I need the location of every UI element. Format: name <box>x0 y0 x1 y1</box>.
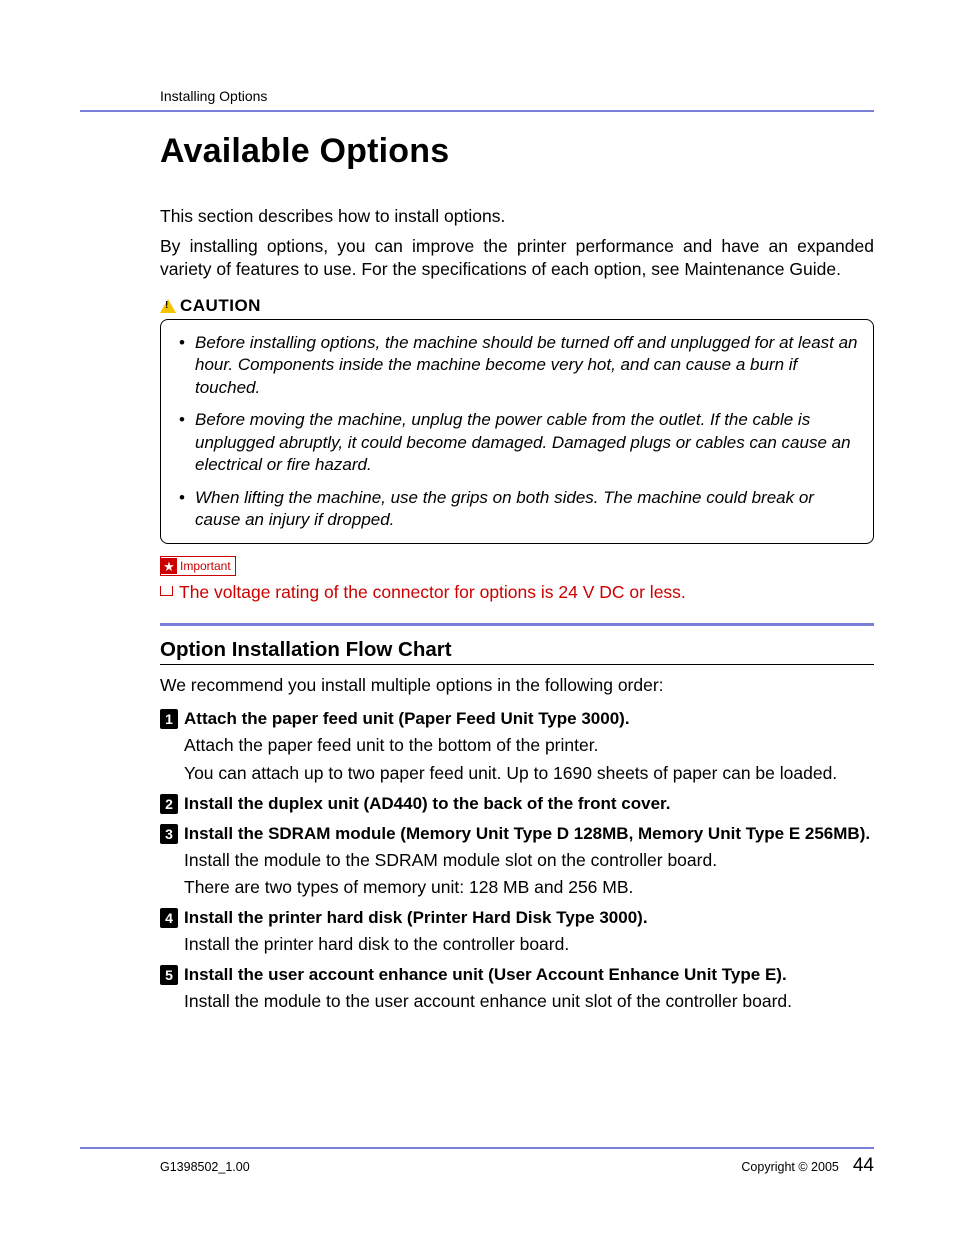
step-number-icon: 2 <box>160 794 178 814</box>
step-title: Install the user account enhance unit (U… <box>184 964 874 986</box>
important-badge: ★ Important <box>160 556 236 576</box>
subsection-heading: Option Installation Flow Chart <box>160 638 874 662</box>
step-title: Install the SDRAM module (Memory Unit Ty… <box>184 823 874 845</box>
page-footer: G1398502_1.00 Copyright © 2005 44 <box>80 1147 874 1177</box>
important-note-text: The voltage rating of the connector for … <box>179 582 686 602</box>
footer-page-number: 44 <box>853 1155 874 1177</box>
caution-heading: CAUTION <box>160 296 874 316</box>
open-box-bullet-icon <box>160 586 173 596</box>
intro-paragraph-1: This section describes how to install op… <box>160 205 874 229</box>
section-divider <box>160 623 874 626</box>
page-title: Available Options <box>160 132 874 171</box>
intro-paragraph-2: By installing options, you can improve t… <box>160 235 874 282</box>
document-page: Installing Options Available Options Thi… <box>0 0 954 1235</box>
caution-triangle-icon <box>160 299 176 313</box>
caution-item: When lifting the machine, use the grips … <box>175 487 859 532</box>
caution-label-text: CAUTION <box>180 296 261 316</box>
step-2: 2 Install the duplex unit (AD440) to the… <box>160 793 874 815</box>
step-3: 3 Install the SDRAM module (Memory Unit … <box>160 823 874 899</box>
step-4: 4 Install the printer hard disk (Printer… <box>160 907 874 956</box>
subsection-intro: We recommend you install multiple option… <box>160 675 874 696</box>
step-title: Install the duplex unit (AD440) to the b… <box>184 793 874 815</box>
step-body: Install the module to the user account e… <box>184 990 874 1013</box>
subsection-underline <box>160 664 874 665</box>
page-header-section: Installing Options <box>80 88 874 110</box>
step-number-icon: 4 <box>160 908 178 928</box>
step-body: Attach the paper feed unit to the bottom… <box>184 734 874 757</box>
step-body: There are two types of memory unit: 128 … <box>184 876 874 899</box>
step-title: Install the printer hard disk (Printer H… <box>184 907 874 929</box>
caution-box: Before installing options, the machine s… <box>160 319 874 545</box>
important-block: ★ Important The voltage rating of the co… <box>160 556 874 603</box>
step-1: 1 Attach the paper feed unit (Paper Feed… <box>160 708 874 784</box>
footer-doc-id: G1398502_1.00 <box>160 1160 250 1174</box>
step-5: 5 Install the user account enhance unit … <box>160 964 874 1013</box>
step-title: Attach the paper feed unit (Paper Feed U… <box>184 708 874 730</box>
important-badge-text: Important <box>180 560 231 572</box>
step-number-icon: 3 <box>160 824 178 844</box>
page-content: Available Options This section describes… <box>80 112 874 1013</box>
step-body: Install the printer hard disk to the con… <box>184 933 874 956</box>
important-note: The voltage rating of the connector for … <box>160 582 874 603</box>
step-body: Install the module to the SDRAM module s… <box>184 849 874 872</box>
step-number-icon: 5 <box>160 965 178 985</box>
caution-item: Before installing options, the machine s… <box>175 332 859 399</box>
caution-item: Before moving the machine, unplug the po… <box>175 409 859 476</box>
step-number-icon: 1 <box>160 709 178 729</box>
footer-copyright: Copyright © 2005 <box>741 1160 838 1174</box>
star-icon: ★ <box>161 558 177 574</box>
footer-divider <box>80 1147 874 1149</box>
step-body: You can attach up to two paper feed unit… <box>184 762 874 785</box>
